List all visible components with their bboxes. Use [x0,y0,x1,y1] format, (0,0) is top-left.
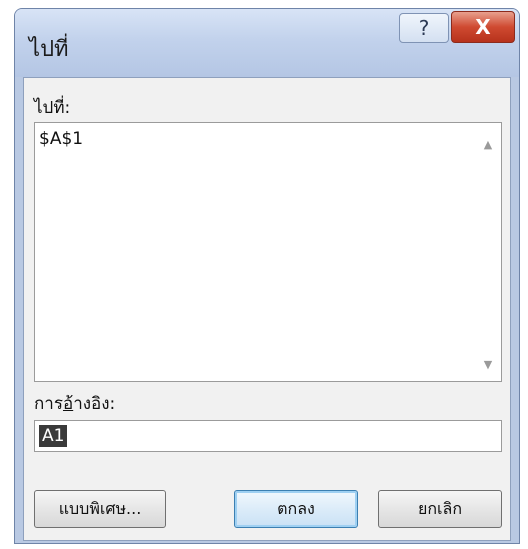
reference-label: การอ้างอิง: [34,390,115,417]
dialog-title: ไปที่ [29,37,69,62]
scroll-down-arrow-icon[interactable]: ▼ [479,355,497,373]
close-button[interactable]: X [451,11,515,43]
cancel-button[interactable]: ยกเลิก [378,490,502,528]
close-icon: X [475,15,491,39]
reference-label-accelerator: อ้ [62,394,74,414]
reference-label-part: การ [34,394,63,414]
scroll-up-arrow-icon[interactable]: ▲ [479,135,497,153]
ok-button[interactable]: ตกลง [234,490,358,528]
goto-listbox[interactable]: $A$1 ▲ ▼ [34,122,502,382]
help-button[interactable]: ? [399,13,449,43]
reference-input-value[interactable]: A1 [39,425,68,447]
special-button[interactable]: แบบพิเศษ... [34,490,166,528]
goto-label: ไปที่: [34,98,71,118]
list-item[interactable]: $A$1 [39,129,83,149]
reference-input[interactable]: A1 [34,420,502,452]
title-bar[interactable]: ไปที่ ? X [15,9,519,77]
help-icon: ? [418,16,430,40]
reference-label-part: างอิง: [73,394,116,414]
dialog-body: ไปที่: $A$1 ▲ ▼ การอ้างอิง: A1 แบบพิเศษ.… [23,77,511,541]
goto-dialog: ไปที่ ? X ไปที่: $A$1 ▲ ▼ การอ้างอิง: A1… [14,8,520,544]
